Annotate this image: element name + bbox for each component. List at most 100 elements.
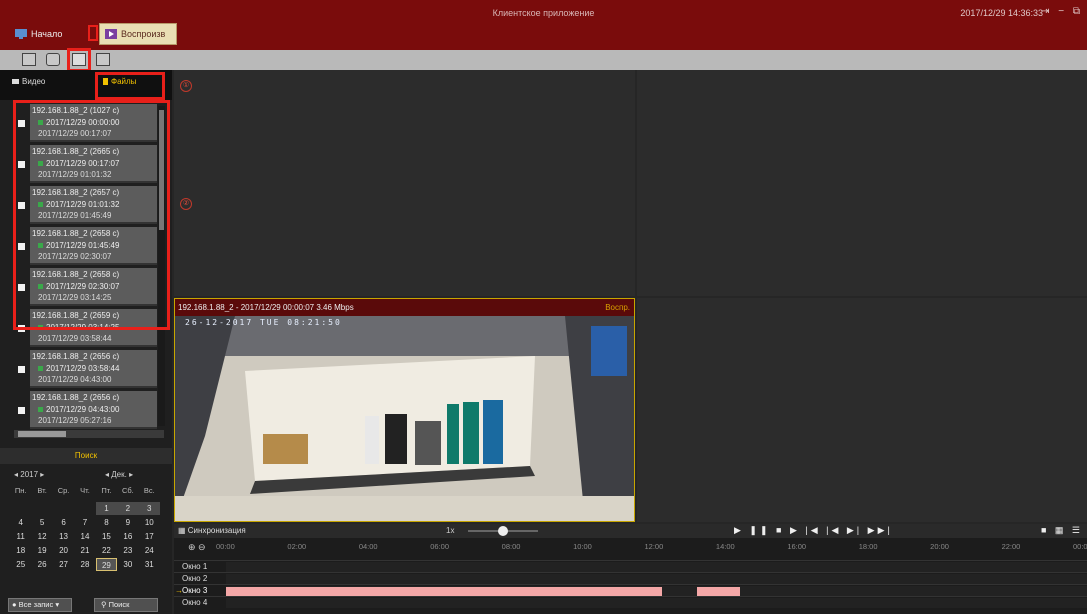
highlight-files-tab-annotation (95, 72, 165, 100)
calendar-day[interactable]: 20 (53, 544, 74, 557)
fullscreen-icon[interactable] (96, 53, 110, 66)
year-selector[interactable]: ◂ 2017 ▸ (14, 470, 44, 479)
calendar-day[interactable]: 23 (117, 544, 138, 557)
calendar-day[interactable]: 29 (95, 558, 118, 571)
recording-segment[interactable] (226, 587, 662, 596)
calendar-day[interactable]: 7 (74, 516, 95, 529)
file-item[interactable]: 192.168.1.88_2 (2656 с) 2017/12/29 04:43… (30, 391, 157, 429)
calendar-day[interactable]: 9 (117, 516, 138, 529)
speed-slider-knob[interactable] (498, 526, 508, 536)
calendar-day[interactable]: 25 (10, 558, 31, 571)
calendar-day[interactable]: 3 (138, 502, 160, 515)
sync-toggle[interactable]: ▦ Синхронизация (178, 526, 246, 535)
search-button-label: Поиск (108, 600, 130, 609)
window-label: Окно 4 (182, 598, 208, 607)
time-tick: 00:00 (216, 542, 235, 551)
calendar-day[interactable]: 2 (117, 502, 139, 515)
calendar-day[interactable]: 19 (31, 544, 52, 557)
camera-image[interactable]: 26-12-2017 TUE 08:21:50 (175, 316, 634, 521)
timeline-lane[interactable] (226, 598, 1087, 608)
calendar-day[interactable]: 30 (117, 558, 138, 571)
playback-status: Воспр. (605, 303, 630, 312)
file-checkbox[interactable] (18, 366, 25, 373)
calendar-day[interactable]: 26 (31, 558, 52, 571)
calendar-day[interactable]: 22 (96, 544, 117, 557)
calendar-day[interactable]: 28 (74, 558, 95, 571)
time-tick: 00:00 (1073, 542, 1087, 551)
highlight-toolbar-annotation (67, 48, 91, 72)
time-tick: 06:00 (430, 542, 450, 551)
layout-buttons[interactable]: ■ ▦ ☰ (1041, 525, 1083, 536)
camera-icon[interactable] (46, 53, 60, 66)
record-type-select[interactable]: ● Все запис ▾ (8, 598, 72, 612)
window-controls[interactable]: ⇥ − ⧉ (1041, 6, 1083, 17)
video-grid: ① ② 192.168.1.88_2 - 2017/12/29 00:00:07… (174, 70, 1087, 522)
playback-app: Клиентское приложение 2017/12/29 14:36:3… (0, 0, 1087, 614)
file-list-hscroll[interactable] (14, 430, 164, 438)
calendar-day[interactable]: 1 (95, 502, 118, 515)
tab-playback[interactable]: Воспроизв (99, 23, 177, 45)
calendar-day[interactable]: 11 (10, 530, 31, 543)
calendar-day[interactable]: 12 (31, 530, 52, 543)
toolbar (0, 50, 1087, 70)
calendar-day[interactable]: 15 (96, 530, 117, 543)
timeline-row[interactable]: Окно 3 → (174, 584, 1087, 596)
camera-info: 192.168.1.88_2 - 2017/12/29 00:00:07 3.4… (178, 303, 354, 312)
calendar-day[interactable]: 18 (10, 544, 31, 557)
calendar-day[interactable]: 16 (117, 530, 138, 543)
search-icon: ⚲ (101, 600, 107, 609)
search-button[interactable]: ⚲ Поиск (94, 598, 158, 612)
tab-home-label: Начало (31, 29, 63, 39)
weekday-row: Пн. Вт. Ср. Чт. Пт. Сб. Вс. (10, 486, 160, 495)
timeline-row[interactable]: Окно 1 (174, 560, 1087, 572)
calendar-day[interactable]: 4 (10, 516, 31, 529)
video-timestamp-overlay: 26-12-2017 TUE 08:21:50 (185, 318, 342, 327)
weekday-label: Пт. (101, 486, 112, 495)
video-camera-icon (12, 79, 19, 84)
weekday-label: Сб. (121, 486, 134, 495)
calendar-day[interactable]: 17 (139, 530, 160, 543)
title-bar: Клиентское приложение 2017/12/29 14:36:3… (0, 0, 1087, 50)
calendar-day[interactable]: 10 (139, 516, 160, 529)
recording-segment[interactable] (697, 587, 741, 596)
timeline-lane[interactable] (226, 574, 1087, 584)
timeline-row[interactable]: Окно 4 (174, 596, 1087, 608)
video-pane-3[interactable]: 192.168.1.88_2 - 2017/12/29 00:00:07 3.4… (174, 298, 635, 522)
file-checkbox[interactable] (18, 407, 25, 414)
calendar-header: ◂ 2017 ▸ ◂ Дек. ▸ (10, 470, 160, 482)
single-view-icon[interactable] (22, 53, 36, 66)
start-icon (38, 366, 43, 371)
timeline-row[interactable]: Окно 2 (174, 572, 1087, 584)
calendar-empty (31, 502, 52, 515)
calendar-day[interactable]: 31 (139, 558, 160, 571)
playback-controls[interactable]: ▶ ❚❚ ■ ▶ |◀ |◀ ▶| ▶▶| (734, 525, 893, 536)
video-pane-4[interactable] (637, 298, 1087, 522)
tab-video[interactable]: Видео (12, 77, 45, 86)
file-start: 2017/12/29 03:58:44 (46, 364, 120, 373)
calendar-day[interactable]: 27 (53, 558, 74, 571)
month-selector[interactable]: ◂ Дек. ▸ (105, 470, 133, 479)
timeline-panel: ▦ Синхронизация 1x ▶ ❚❚ ■ ▶ |◀ |◀ ▶| ▶▶|… (174, 524, 1087, 614)
weekday-label: Чт. (80, 486, 90, 495)
video-pane-1[interactable]: ① ② (174, 70, 635, 296)
file-title: 192.168.1.88_2 (2656 с) (32, 352, 120, 361)
zoom-icons[interactable]: ⊕ ⊖ (188, 542, 206, 553)
calendar-day[interactable]: 21 (74, 544, 95, 557)
calendar-day[interactable]: 6 (53, 516, 74, 529)
tab-home[interactable]: Начало (10, 23, 67, 45)
time-tick: 10:00 (573, 542, 592, 551)
calendar: ◂ 2017 ▸ ◂ Дек. ▸ Пн. Вт. Ср. Чт. Пт. Сб. Вс. … (10, 468, 160, 598)
calendar-day[interactable]: 13 (53, 530, 74, 543)
timeline-lane[interactable] (226, 562, 1087, 572)
file-end: 2017/12/29 05:27:16 (38, 416, 112, 425)
calendar-day[interactable]: 5 (31, 516, 52, 529)
calendar-day[interactable]: 8 (96, 516, 117, 529)
video-pane-2[interactable] (637, 70, 1087, 296)
time-scale[interactable]: ⊕ ⊖ 00:00 02:00 04:00 06:00 08:00 10:00 12:00 1… (174, 538, 1087, 556)
calendar-day[interactable]: 14 (74, 530, 95, 543)
left-bottom-buttons: ● Все запис ▾ ⚲ Поиск (8, 598, 168, 612)
timeline-lane[interactable] (226, 586, 1087, 596)
file-item[interactable]: 192.168.1.88_2 (2656 с) 2017/12/29 03:58… (30, 350, 157, 388)
month-value: Дек. (111, 470, 127, 479)
calendar-day[interactable]: 24 (139, 544, 160, 557)
